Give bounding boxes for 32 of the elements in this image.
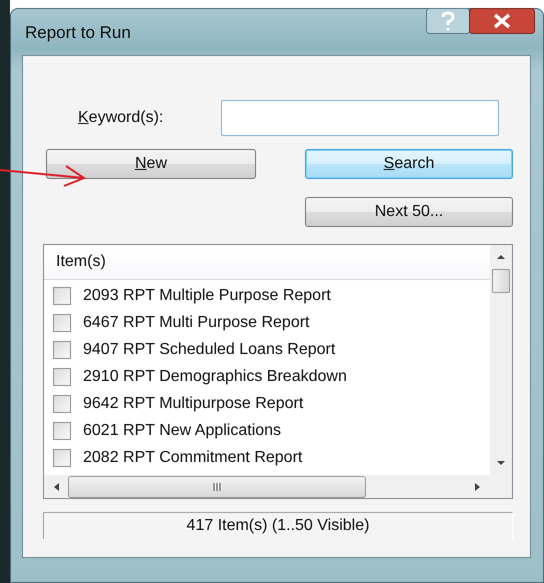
left-arrow-icon[interactable] — [52, 482, 60, 492]
checkbox[interactable] — [53, 368, 71, 386]
list-item[interactable]: 9407 RPT Scheduled Loans Report — [83, 340, 336, 358]
checkbox[interactable] — [53, 340, 71, 358]
down-arrow-icon[interactable] — [496, 459, 506, 467]
status-bar: 417 Item(s) (1..50 Visible) — [43, 512, 513, 539]
keyword-label: Keyword(s): — [78, 109, 164, 127]
right-arrow-icon[interactable] — [474, 482, 482, 492]
up-arrow-icon[interactable] — [496, 253, 506, 261]
list-item[interactable]: 9642 RPT Multipurpose Report — [83, 394, 304, 412]
vertical-scrollbar[interactable] — [490, 245, 512, 498]
scroll-thumb[interactable] — [492, 269, 510, 293]
checkbox[interactable] — [53, 286, 71, 304]
list-item[interactable]: 2910 RPT Demographics Breakdown — [83, 368, 347, 386]
next-page-button[interactable]: Next 50... — [305, 197, 513, 227]
list-item[interactable]: 6467 RPT Multi Purpose Report — [83, 314, 310, 332]
new-button[interactable]: New — [46, 149, 256, 179]
close-button[interactable] — [469, 8, 535, 34]
grip-icon — [212, 482, 222, 492]
help-button[interactable] — [426, 8, 470, 34]
search-button[interactable]: Search — [305, 149, 513, 179]
checkbox[interactable] — [53, 448, 71, 466]
window-title: Report to Run — [24, 22, 131, 43]
list-item[interactable]: 2093 RPT Multiple Purpose Report — [83, 286, 331, 304]
list-item[interactable]: 2082 RPT Commitment Report — [83, 448, 302, 466]
scroll-thumb[interactable] — [68, 476, 366, 498]
keyword-input-field[interactable] — [221, 100, 499, 136]
checkbox[interactable] — [53, 394, 71, 412]
horizontal-scrollbar[interactable] — [44, 475, 490, 498]
checkbox[interactable] — [53, 314, 71, 332]
list-item[interactable]: 6021 RPT New Applications — [83, 422, 282, 440]
checkbox[interactable] — [53, 422, 71, 440]
